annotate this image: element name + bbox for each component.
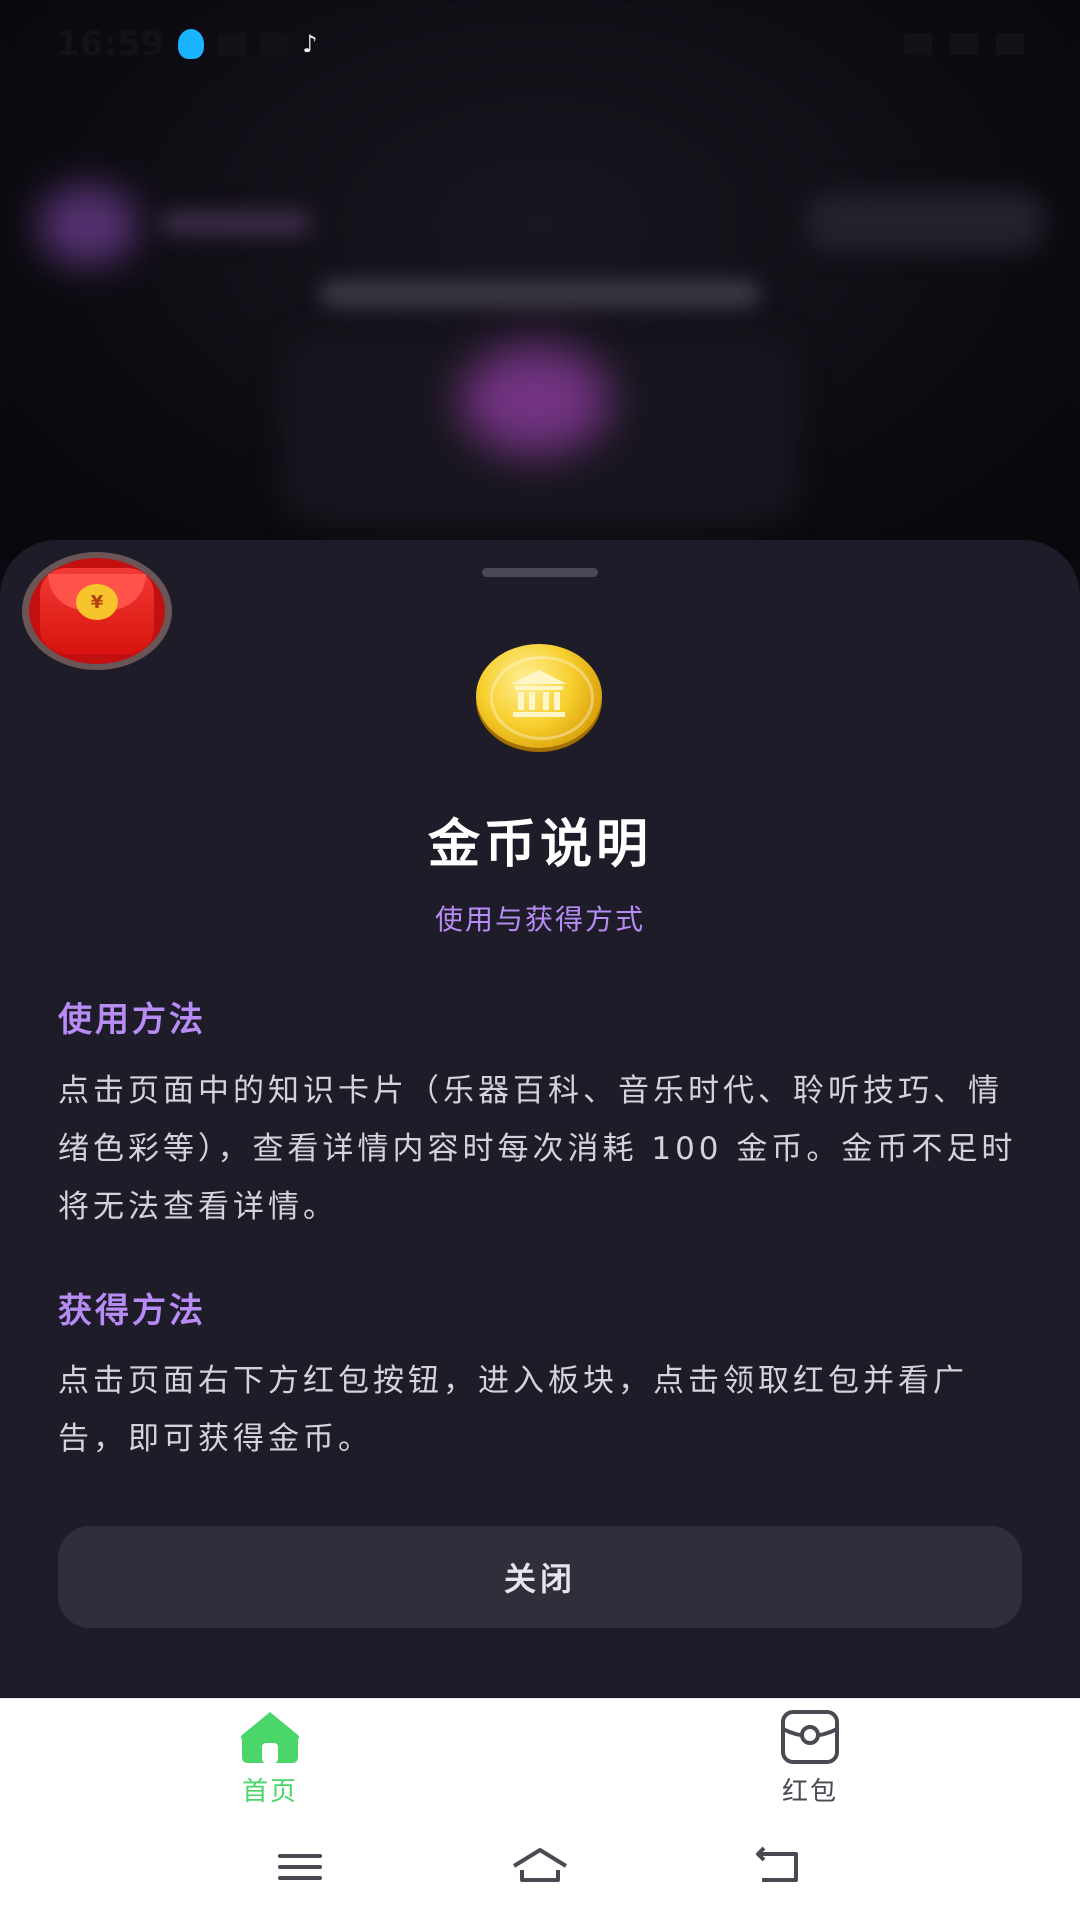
sheet-subtitle: 使用与获得方式: [434, 903, 645, 936]
status-right: [904, 33, 1024, 55]
blurred-avatar: [38, 185, 138, 265]
gold-coin-icon: [476, 644, 602, 748]
usage-body: 点击页面中的知识卡片（乐器百科、音乐时代、聆听技巧、情绪色彩等），查看详情内容时…: [58, 1073, 1017, 1225]
earn-heading: 获得方法: [58, 1291, 206, 1331]
tiktok-icon: ♪: [302, 30, 318, 58]
blurred-text-line: [320, 280, 760, 308]
screen: 16:59 ♪ ¥ 金币说明 使用与获得方式 使用方法 点击页面中的知识卡片（乐…: [0, 0, 1080, 1920]
tab-red-packet-label: 红包: [781, 1777, 838, 1807]
status-bar: 16:59 ♪: [0, 0, 1080, 88]
wifi-icon: [950, 33, 978, 55]
sheet-title: 金币说明: [427, 815, 652, 875]
notification-icon: [218, 33, 247, 55]
qq-icon: [178, 29, 205, 59]
home-nav-icon[interactable]: [510, 1842, 570, 1892]
blurred-orb: [460, 345, 610, 455]
tab-home-label: 首页: [241, 1777, 298, 1807]
coin-info-sheet: ¥ 金币说明 使用与获得方式 使用方法 点击页面中的知识卡片（乐器百科、音乐时代…: [0, 540, 1080, 1700]
notification-icon-2: [260, 33, 289, 55]
bank-building-icon: [511, 670, 567, 717]
floating-red-packet-button[interactable]: ¥: [22, 552, 172, 670]
blurred-username: [160, 210, 310, 236]
earn-body: 点击页面右下方红包按钮，进入板块，点击领取红包并看广告，即可获得金币。: [58, 1363, 968, 1457]
yuan-seal-icon: ¥: [76, 584, 118, 620]
home-icon: [241, 1712, 299, 1763]
tab-home[interactable]: 首页: [170, 1709, 370, 1809]
close-button[interactable]: 关闭: [58, 1526, 1022, 1628]
battery-icon: [996, 33, 1024, 55]
signal-icon: [904, 33, 932, 55]
red-packet-progress-ring: ¥: [29, 558, 165, 664]
red-envelope-icon: ¥: [40, 568, 154, 654]
blurred-action-button: [805, 192, 1045, 252]
tab-red-packet[interactable]: 红包: [710, 1709, 910, 1809]
status-left: 16:59 ♪: [56, 24, 318, 64]
system-nav-bar: [0, 1812, 1080, 1920]
bottom-tab-bar: 首页 红包: [0, 1698, 1080, 1813]
red-packet-icon: [781, 1710, 839, 1764]
drag-handle[interactable]: [482, 568, 598, 577]
usage-heading: 使用方法: [58, 1000, 206, 1040]
status-time: 16:59: [56, 24, 165, 64]
back-icon[interactable]: [750, 1842, 810, 1892]
menu-icon[interactable]: [270, 1842, 330, 1892]
